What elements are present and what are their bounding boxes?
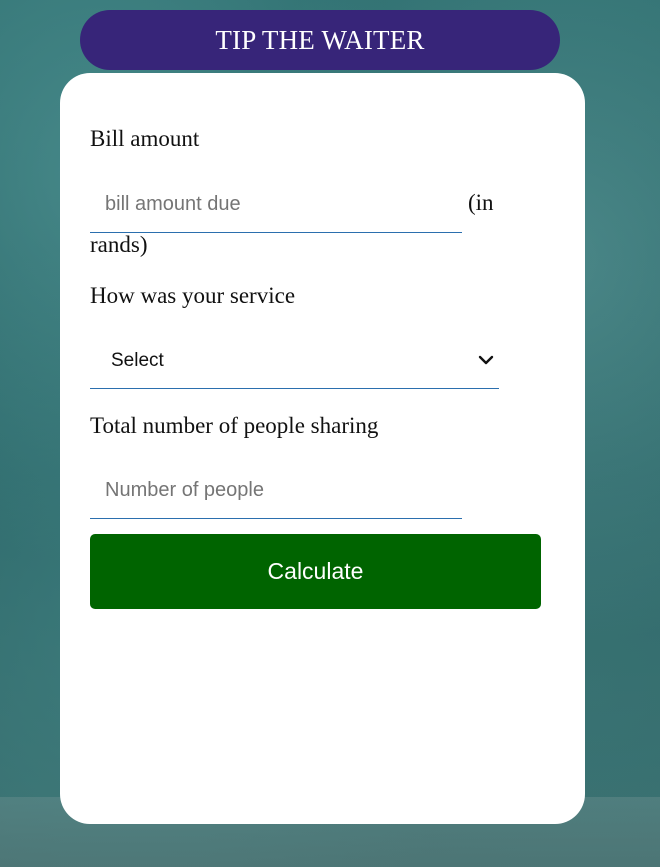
service-select-value: Select bbox=[111, 350, 164, 371]
bill-amount-label: Bill amount bbox=[90, 126, 200, 151]
number-of-people-placeholder: Number of people bbox=[105, 479, 264, 501]
service-label: How was your service bbox=[90, 283, 296, 308]
calculate-button[interactable]: Calculate bbox=[90, 534, 541, 609]
bill-amount-placeholder: bill amount due bbox=[105, 193, 241, 215]
people-label: Total number of people sharing bbox=[90, 413, 379, 438]
tip-calculator-card: Bill amount bill amount due (in rands) H… bbox=[60, 73, 585, 824]
page-title: TIP THE WAITER bbox=[80, 10, 560, 70]
currency-unit-label-end: rands) bbox=[90, 232, 148, 257]
currency-unit-label-start: (in bbox=[468, 190, 494, 215]
chevron-down-icon[interactable] bbox=[478, 354, 494, 366]
